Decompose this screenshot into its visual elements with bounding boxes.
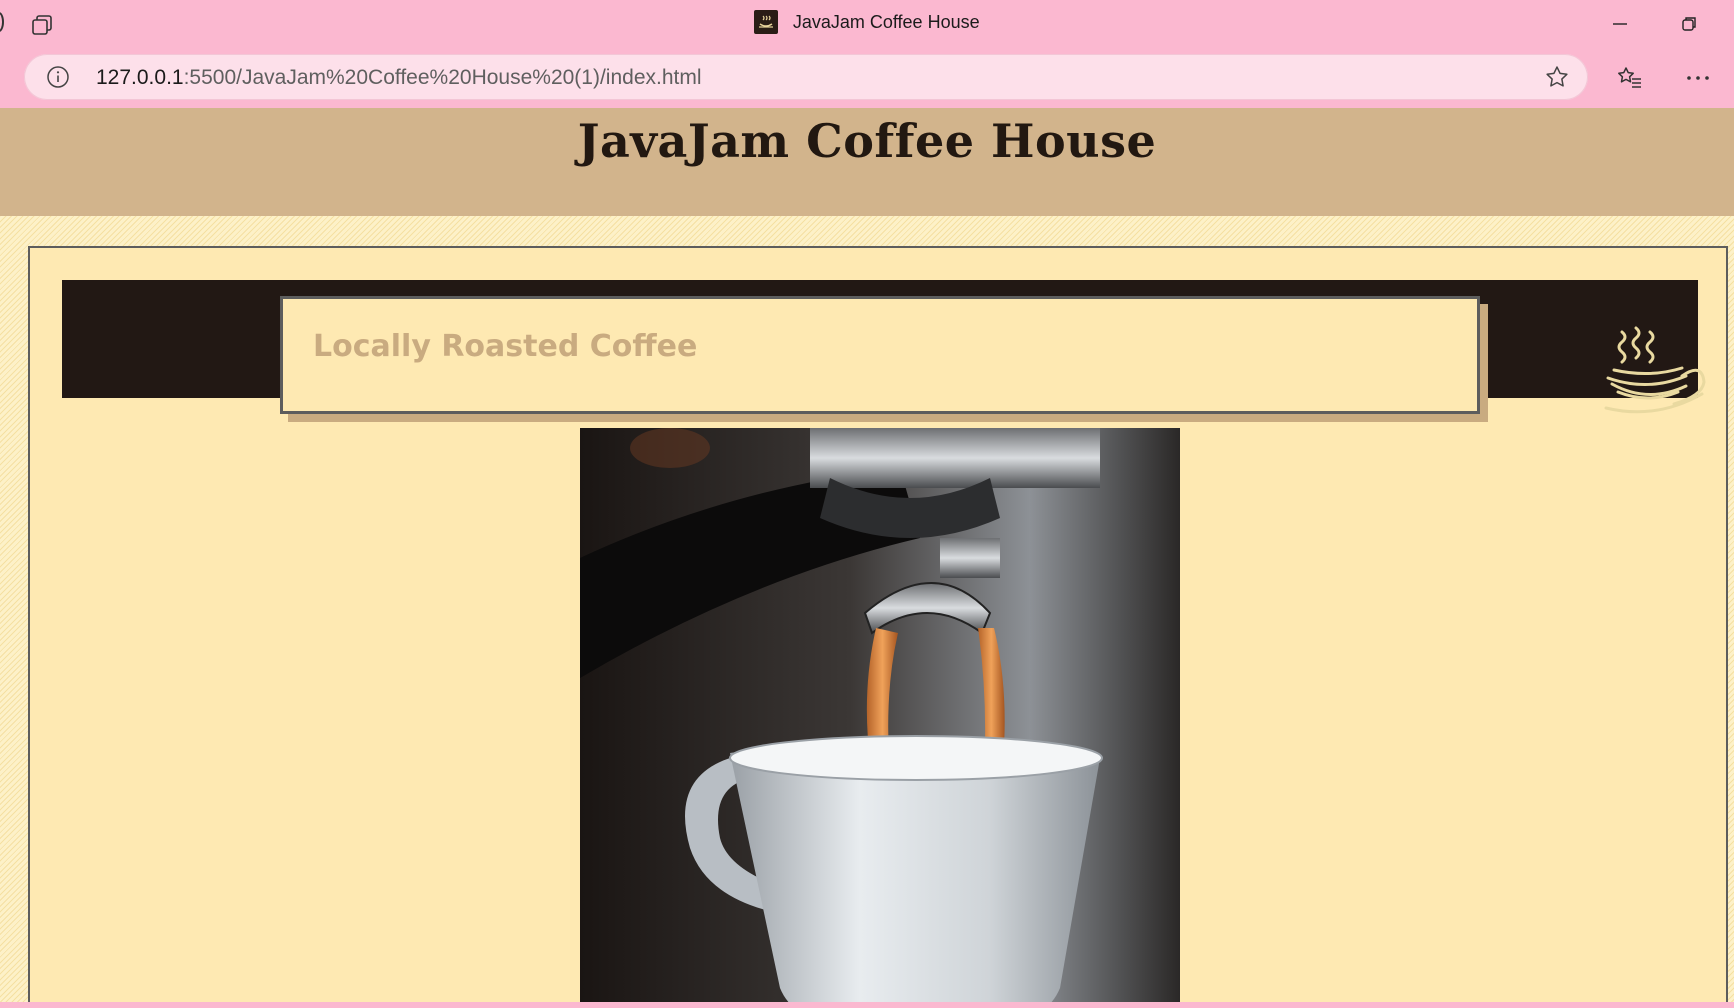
more-options-icon[interactable]	[1683, 64, 1713, 92]
coffee-favicon-icon	[754, 10, 779, 34]
hero-heading-box: Locally Roasted Coffee	[280, 296, 1480, 414]
window-title: JavaJam Coffee House	[0, 10, 1734, 38]
title-bar: JavaJam Coffee House	[0, 0, 1734, 50]
favorite-star-icon[interactable]	[1544, 64, 1570, 90]
address-bar[interactable]: 127.0.0.1:5500/JavaJam%20Coffee%20House%…	[24, 54, 1588, 100]
coffee-cup-logo-icon	[1604, 326, 1706, 414]
site-header: JavaJam Coffee House	[0, 108, 1734, 216]
tab-title: JavaJam Coffee House	[792, 11, 980, 32]
hero-heading: Locally Roasted Coffee	[313, 329, 698, 364]
espresso-photo	[580, 428, 1180, 1002]
restore-icon[interactable]	[1668, 10, 1708, 38]
favorites-icon[interactable]	[1615, 64, 1643, 92]
espresso-cup-image	[580, 428, 1180, 1002]
site-title: JavaJam Coffee House	[577, 114, 1157, 168]
window-bottom-edge	[0, 1002, 1734, 1008]
url-host: 127.0.0.1	[96, 66, 184, 89]
minimize-icon[interactable]	[1600, 10, 1640, 38]
page-viewport: JavaJam Coffee House Locally Roasted Cof…	[0, 108, 1734, 1002]
content-wrapper: Locally Roasted Coffee	[28, 246, 1728, 1002]
url-text[interactable]: 127.0.0.1:5500/JavaJam%20Coffee%20House%…	[96, 66, 702, 90]
site-info-icon[interactable]	[46, 65, 70, 89]
url-path: :5500/JavaJam%20Coffee%20House%20(1)/ind…	[183, 66, 702, 89]
